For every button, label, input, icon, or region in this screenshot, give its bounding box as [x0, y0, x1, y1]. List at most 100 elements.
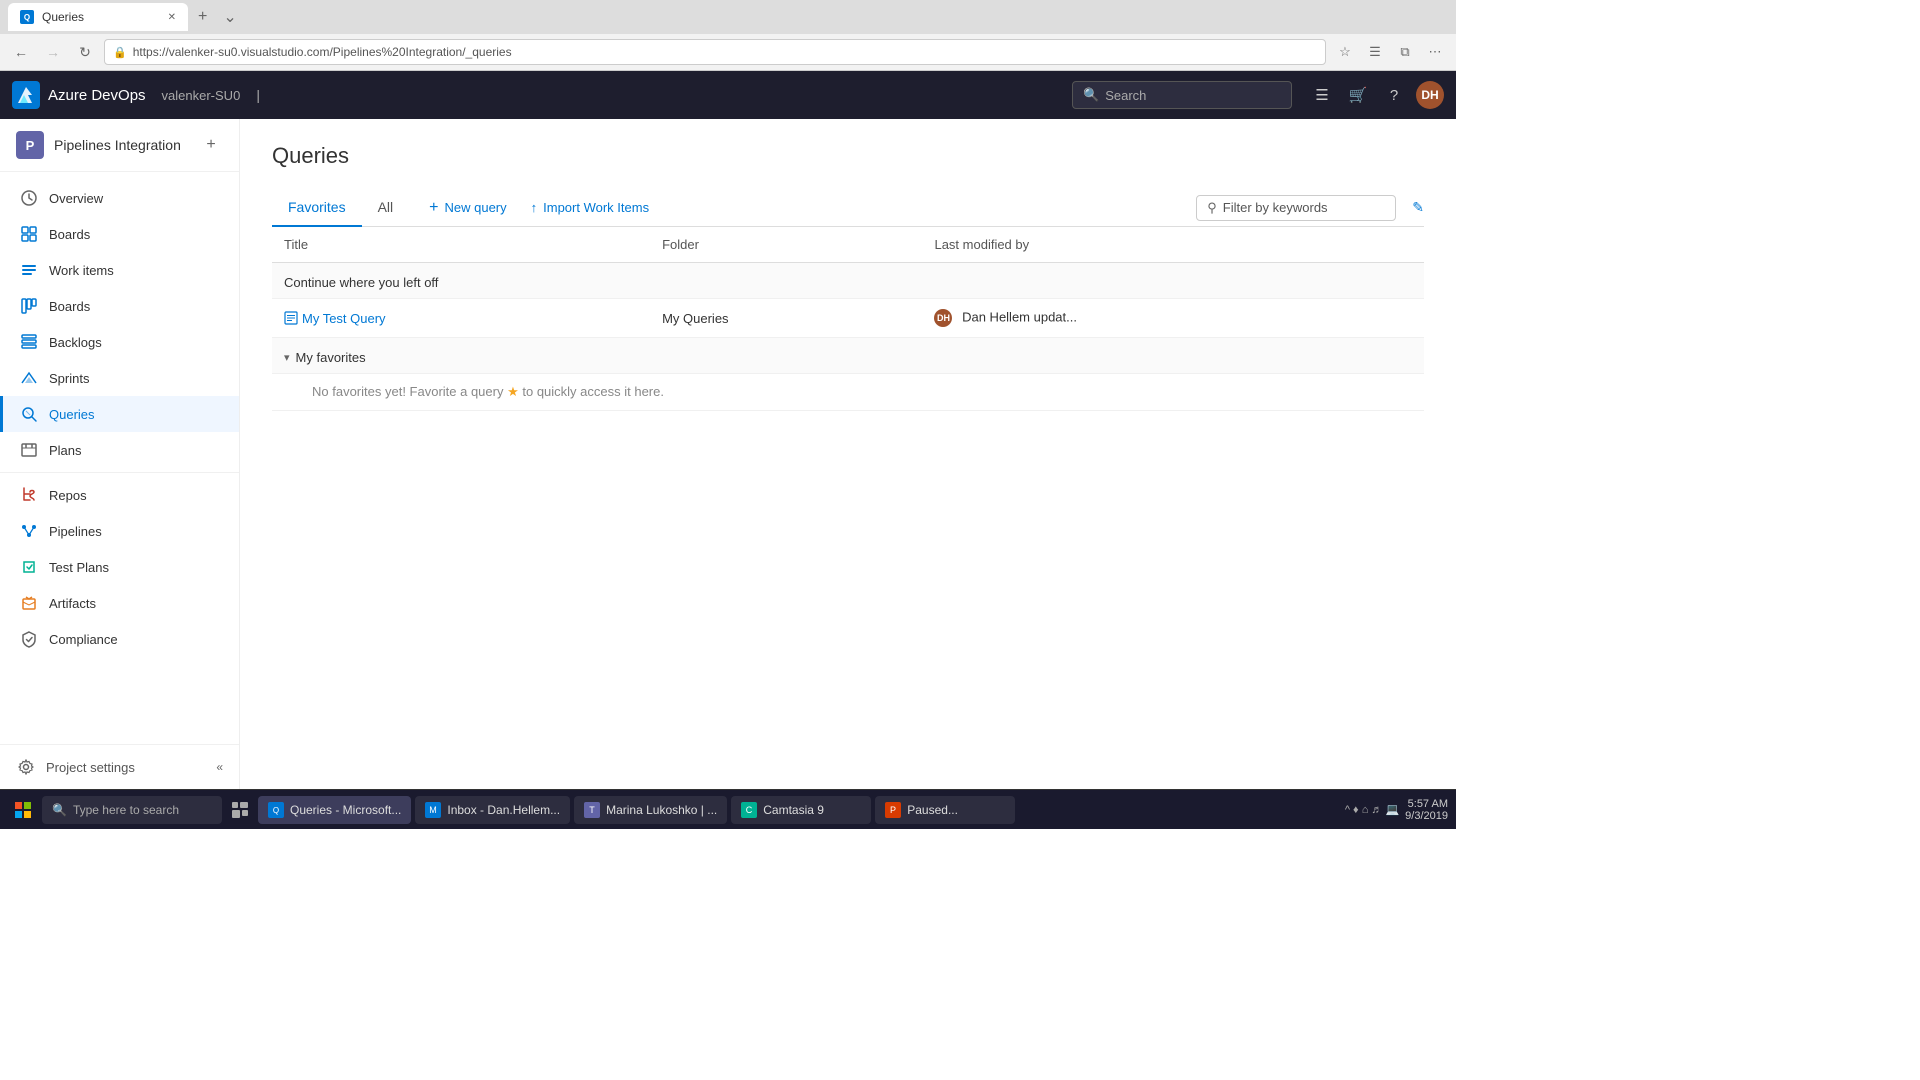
- query-folder-cell: My Queries: [650, 299, 922, 338]
- taskbar-clock[interactable]: 5:57 AM 9/3/2019: [1405, 798, 1448, 822]
- taskbar: 🔍 Type here to search Q Queries - Micros…: [0, 789, 1456, 829]
- sidebar-label-plans: Plans: [49, 443, 82, 458]
- settings-label: Project settings: [46, 760, 206, 775]
- import-icon: ↑: [531, 200, 538, 215]
- windows-start-button[interactable]: [8, 795, 38, 825]
- sidebar-item-compliance[interactable]: Compliance: [0, 621, 239, 657]
- filter-input[interactable]: ⚲ Filter by keywords: [1196, 195, 1396, 221]
- svg-text:T: T: [589, 805, 595, 815]
- taskbar-camtasia-icon: C: [741, 802, 757, 818]
- main-area: P Pipelines Integration + Overview Board…: [0, 119, 1456, 789]
- notifications-icon[interactable]: ☰: [1308, 81, 1336, 109]
- address-bar[interactable]: 🔒 https://valenker-su0.visualstudio.com/…: [104, 39, 1326, 65]
- sidebar-header: P Pipelines Integration +: [0, 119, 239, 172]
- settings-icon: [16, 757, 36, 777]
- tab-close-button[interactable]: ✕: [168, 12, 176, 23]
- refresh-button[interactable]: ↻: [72, 39, 98, 65]
- taskbar-search-icon: 🔍: [52, 803, 67, 817]
- new-tab-button[interactable]: +: [192, 8, 213, 26]
- sidebar-label-queries: Queries: [49, 407, 95, 422]
- kanban-icon: [19, 296, 39, 316]
- col-title: Title: [272, 227, 650, 263]
- import-work-items-button[interactable]: ↑ Import Work Items: [527, 191, 653, 225]
- sidebar-footer[interactable]: Project settings «: [0, 744, 239, 789]
- top-bar: Azure DevOps valenker-SU0 | 🔍 Search ☰ 🛒…: [0, 71, 1456, 119]
- sidebar-add-button[interactable]: +: [199, 133, 223, 157]
- sidebar-item-backlogs[interactable]: Backlogs: [0, 324, 239, 360]
- compliance-icon: [19, 629, 39, 649]
- browser-hub-icon[interactable]: ☰: [1362, 39, 1388, 65]
- sidebar-label-boards: Boards: [49, 299, 90, 314]
- pipelines-icon: [19, 521, 39, 541]
- section-favorites-label: My favorites: [296, 350, 366, 365]
- no-favorites-cell: No favorites yet! Favorite a query ★ to …: [272, 374, 1424, 411]
- sidebar-label-test-plans: Test Plans: [49, 560, 109, 575]
- collapse-sidebar-button[interactable]: «: [216, 760, 223, 774]
- content-area: Queries Favorites All + New query ↑ Impo…: [240, 119, 1456, 789]
- my-favorites-section-header[interactable]: ▾ My favorites: [284, 350, 1412, 365]
- taskbar-app-paused[interactable]: P Paused...: [875, 796, 1015, 824]
- sidebar-item-repos[interactable]: Repos: [0, 477, 239, 513]
- top-bar-icons: ☰ 🛒 ? DH: [1308, 81, 1444, 109]
- taskbar-app-teams[interactable]: T Marina Lukoshko | ...: [574, 796, 727, 824]
- tab-favorites[interactable]: Favorites: [272, 189, 362, 227]
- user-avatar[interactable]: DH: [1416, 81, 1444, 109]
- taskbar-app-queries[interactable]: Q Queries - Microsoft...: [258, 796, 411, 824]
- sidebar-item-sprints[interactable]: Sprints: [0, 360, 239, 396]
- repos-icon: [19, 485, 39, 505]
- sidebar-label-compliance: Compliance: [49, 632, 118, 647]
- filter-placeholder: Filter by keywords: [1223, 200, 1328, 215]
- sidebar-label-pipelines: Pipelines: [49, 524, 102, 539]
- sidebar: P Pipelines Integration + Overview Board…: [0, 119, 240, 789]
- browser-more-icon[interactable]: ⋯: [1422, 39, 1448, 65]
- browser-nav: ← → ↻ 🔒 https://valenker-su0.visualstudi…: [0, 34, 1456, 70]
- help-icon[interactable]: ?: [1380, 81, 1408, 109]
- global-search[interactable]: 🔍 Search: [1072, 81, 1292, 109]
- sidebar-item-pipelines[interactable]: Pipelines: [0, 513, 239, 549]
- edit-query-icon[interactable]: ✎: [1412, 199, 1424, 216]
- sidebar-item-overview[interactable]: Overview: [0, 180, 239, 216]
- new-query-label: New query: [444, 200, 506, 215]
- app-logo[interactable]: Azure DevOps: [12, 81, 146, 109]
- basket-icon[interactable]: 🛒: [1344, 81, 1372, 109]
- import-label: Import Work Items: [543, 200, 649, 215]
- taskbar-app-inbox[interactable]: M Inbox - Dan.Hellem...: [415, 796, 570, 824]
- browser-bookmark-icon[interactable]: ☆: [1332, 39, 1358, 65]
- test-plans-icon: [19, 557, 39, 577]
- taskbar-app-camtasia[interactable]: C Camtasia 9: [731, 796, 871, 824]
- sidebar-item-test-plans[interactable]: Test Plans: [0, 549, 239, 585]
- sidebar-item-boards[interactable]: Boards: [0, 288, 239, 324]
- modifier-name: Dan Hellem updat...: [962, 309, 1077, 324]
- browser-ext-icon[interactable]: ⧉: [1392, 39, 1418, 65]
- tab-dropdown-button[interactable]: ⌄: [217, 7, 242, 27]
- sidebar-label-artifacts: Artifacts: [49, 596, 96, 611]
- plus-icon: +: [429, 199, 438, 217]
- taskbar-search-placeholder: Type here to search: [73, 803, 179, 817]
- sidebar-nav: Overview Boards Work items: [0, 172, 239, 744]
- filter-icon: ⚲: [1207, 200, 1217, 216]
- svg-text:P: P: [890, 805, 896, 815]
- sidebar-item-plans[interactable]: Plans: [0, 432, 239, 468]
- query-icon: [284, 311, 298, 325]
- svg-text:Q: Q: [273, 806, 279, 815]
- section-favorites-header-row: ▾ My favorites: [272, 338, 1424, 374]
- sidebar-item-artifacts[interactable]: Artifacts: [0, 585, 239, 621]
- queries-icon: [19, 404, 39, 424]
- tab-favicon: Q: [20, 10, 34, 24]
- sidebar-label-repos: Repos: [49, 488, 87, 503]
- tab-bar: Q Queries ✕ + ⌄: [0, 0, 1456, 34]
- browser-tab-queries[interactable]: Q Queries ✕: [8, 3, 188, 31]
- query-link-my-test-query[interactable]: My Test Query: [284, 311, 638, 326]
- query-modifier-cell: DH Dan Hellem updat...: [922, 299, 1424, 338]
- forward-button[interactable]: →: [40, 39, 66, 65]
- task-view-button[interactable]: [226, 796, 254, 824]
- sidebar-label-boards-section: Boards: [49, 227, 90, 242]
- org-name[interactable]: valenker-SU0: [162, 88, 241, 103]
- new-query-button[interactable]: + New query: [425, 191, 510, 225]
- sidebar-item-boards-section[interactable]: Boards: [0, 216, 239, 252]
- back-button[interactable]: ←: [8, 39, 34, 65]
- sidebar-item-work-items[interactable]: Work items: [0, 252, 239, 288]
- taskbar-search[interactable]: 🔍 Type here to search: [42, 796, 222, 824]
- tab-all[interactable]: All: [362, 189, 410, 227]
- sidebar-item-queries[interactable]: Queries: [0, 396, 239, 432]
